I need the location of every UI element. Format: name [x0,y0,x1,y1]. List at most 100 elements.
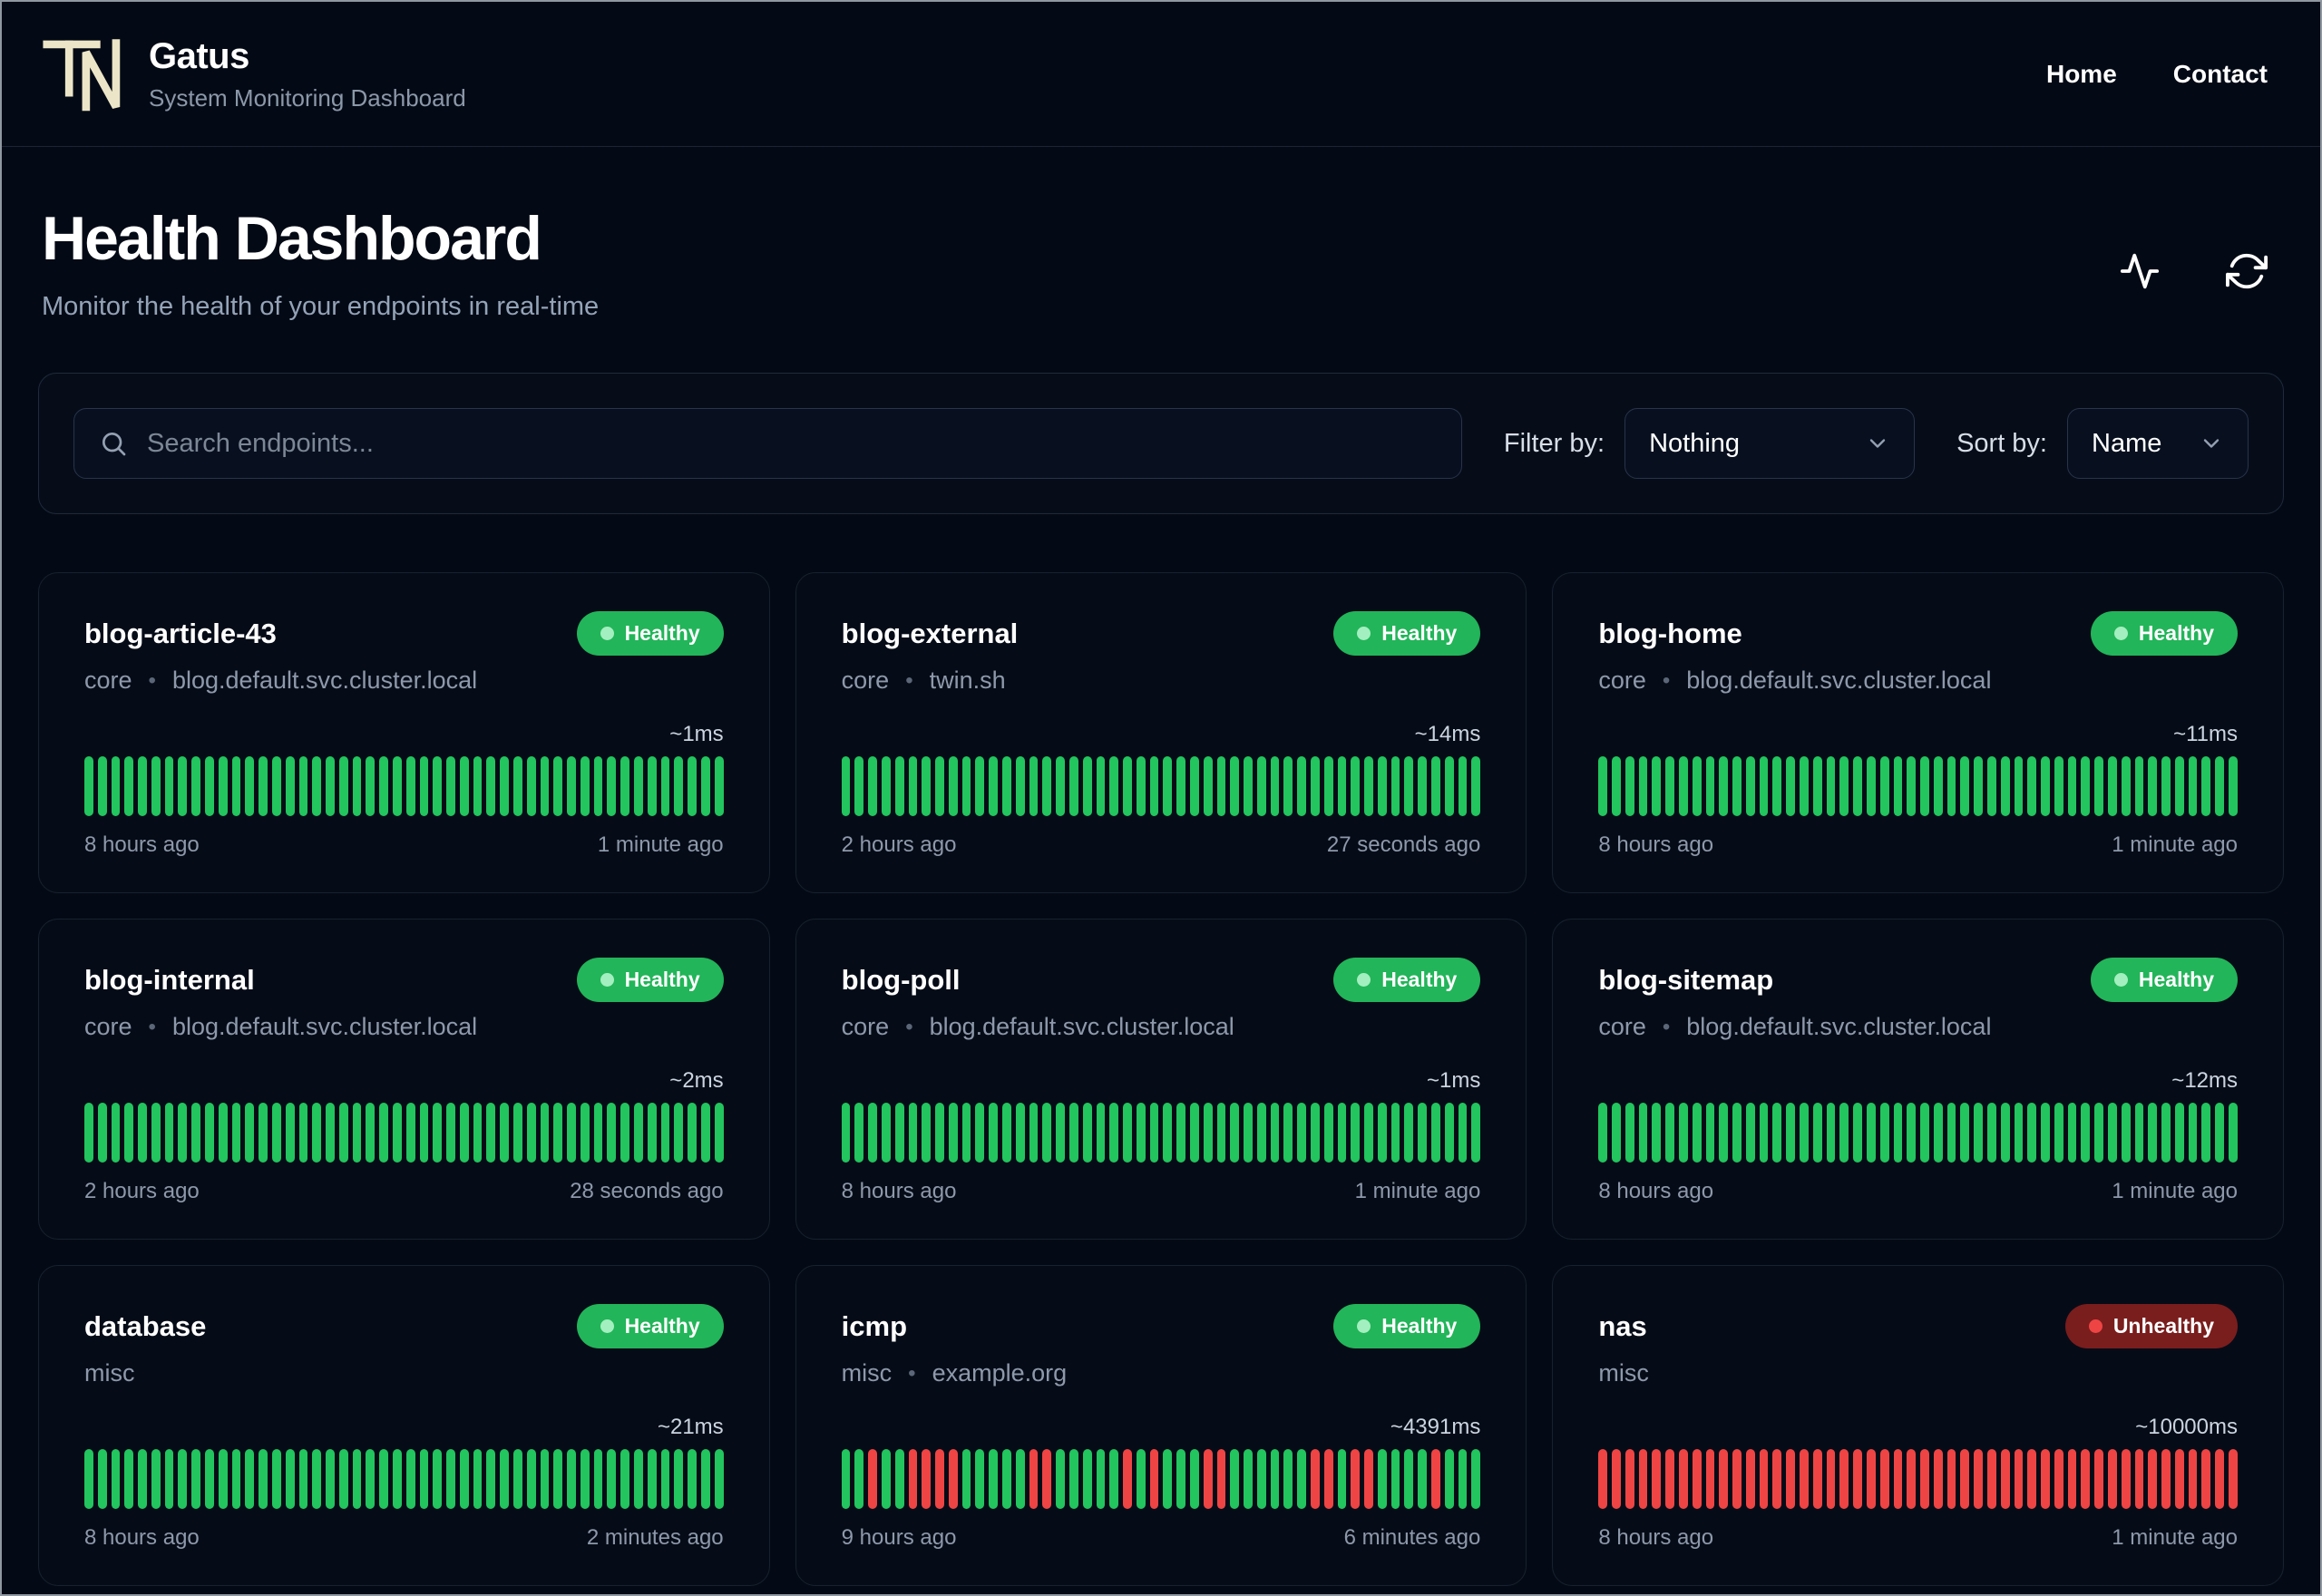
health-bar[interactable] [1853,1449,1862,1509]
health-bar[interactable] [1612,1103,1621,1163]
health-bar[interactable] [138,756,147,816]
health-bar[interactable] [433,1449,443,1509]
health-bar[interactable] [1986,756,1996,816]
health-bar[interactable] [1351,1449,1361,1509]
health-bar[interactable] [1176,756,1185,816]
health-bar[interactable] [1598,1103,1608,1163]
health-bar[interactable] [868,1103,877,1163]
activity-icon[interactable] [2119,250,2161,292]
health-bar[interactable] [1109,1103,1119,1163]
uptime-bars[interactable] [841,756,1481,816]
health-bar[interactable] [908,1449,918,1509]
health-bar[interactable] [567,1449,576,1509]
health-bar[interactable] [459,756,469,816]
health-bar[interactable] [660,1449,670,1509]
health-bar[interactable] [285,1103,295,1163]
health-bar[interactable] [1418,1449,1428,1509]
health-bar[interactable] [1015,756,1025,816]
health-bar[interactable] [1109,756,1119,816]
health-bar[interactable] [1692,1449,1702,1509]
health-bar[interactable] [989,1449,999,1509]
health-bar[interactable] [446,756,455,816]
health-bar[interactable] [660,756,670,816]
health-bar[interactable] [1364,1449,1373,1509]
health-bar[interactable] [1759,1449,1769,1509]
health-bar[interactable] [285,756,295,816]
health-bar[interactable] [1879,1449,1889,1509]
health-bar[interactable] [2081,1103,2091,1163]
health-bar[interactable] [1839,1103,1849,1163]
health-bar[interactable] [1866,756,1876,816]
health-bar[interactable] [379,1449,388,1509]
health-bar[interactable] [526,756,536,816]
health-bar[interactable] [1323,1103,1333,1163]
health-bar[interactable] [1244,1449,1253,1509]
health-bar[interactable] [366,1449,376,1509]
health-bar[interactable] [513,1103,522,1163]
health-bar[interactable] [593,1103,603,1163]
health-bar[interactable] [1082,1103,1092,1163]
health-bar[interactable] [1136,1449,1146,1509]
health-bar[interactable] [1759,1103,1769,1163]
health-bar[interactable] [111,1449,121,1509]
health-bar[interactable] [1176,1103,1185,1163]
health-bar[interactable] [151,1449,161,1509]
health-bar[interactable] [1390,1449,1400,1509]
health-bar[interactable] [922,1103,932,1163]
health-bar[interactable] [2148,756,2158,816]
health-bar[interactable] [1732,1103,1742,1163]
health-bar[interactable] [486,1449,496,1509]
health-bar[interactable] [164,1449,174,1509]
health-bar[interactable] [2148,1103,2158,1163]
health-bar[interactable] [124,1103,134,1163]
health-bar[interactable] [2148,1449,2158,1509]
health-bar[interactable] [854,756,864,816]
health-bar[interactable] [84,756,93,816]
health-bar[interactable] [1444,1103,1454,1163]
health-bar[interactable] [1920,1103,1929,1163]
health-bar[interactable] [1839,1449,1849,1509]
health-bar[interactable] [500,1103,509,1163]
health-bar[interactable] [634,1103,643,1163]
health-bar[interactable] [205,1449,214,1509]
health-bar[interactable] [298,1103,308,1163]
health-bar[interactable] [352,1103,362,1163]
health-bar[interactable] [1612,1449,1621,1509]
health-bar[interactable] [1745,756,1755,816]
health-bar[interactable] [205,1103,214,1163]
health-bar[interactable] [1068,1449,1078,1509]
health-bar[interactable] [2215,1449,2225,1509]
health-bar[interactable] [1283,1449,1293,1509]
health-bar[interactable] [948,1103,958,1163]
health-bar[interactable] [1002,1103,1011,1163]
health-bar[interactable] [1176,1449,1185,1509]
health-bar[interactable] [1745,1103,1755,1163]
health-bar[interactable] [1068,756,1078,816]
health-bar[interactable] [868,1449,877,1509]
health-bar[interactable] [2041,756,2050,816]
health-bar[interactable] [935,756,944,816]
health-bar[interactable] [271,756,281,816]
health-bar[interactable] [218,756,228,816]
health-bar[interactable] [1297,756,1306,816]
health-bar[interactable] [1772,756,1782,816]
health-bar[interactable] [647,1449,657,1509]
health-bar[interactable] [1624,1103,1634,1163]
health-bar[interactable] [405,1449,415,1509]
health-bar[interactable] [1056,1449,1065,1509]
health-bar[interactable] [486,1103,496,1163]
health-bar[interactable] [338,1449,348,1509]
health-bar[interactable] [298,1449,308,1509]
health-bar[interactable] [2134,1449,2144,1509]
health-bar[interactable] [1283,756,1293,816]
health-bar[interactable] [1826,756,1836,816]
health-bar[interactable] [191,756,201,816]
health-bar[interactable] [2201,756,2211,816]
health-bar[interactable] [419,1103,429,1163]
health-bar[interactable] [1377,1103,1387,1163]
health-bar[interactable] [894,1103,904,1163]
health-bar[interactable] [1082,756,1092,816]
health-bar[interactable] [1853,756,1862,816]
health-bar[interactable] [392,1449,402,1509]
health-bar[interactable] [366,1103,376,1163]
